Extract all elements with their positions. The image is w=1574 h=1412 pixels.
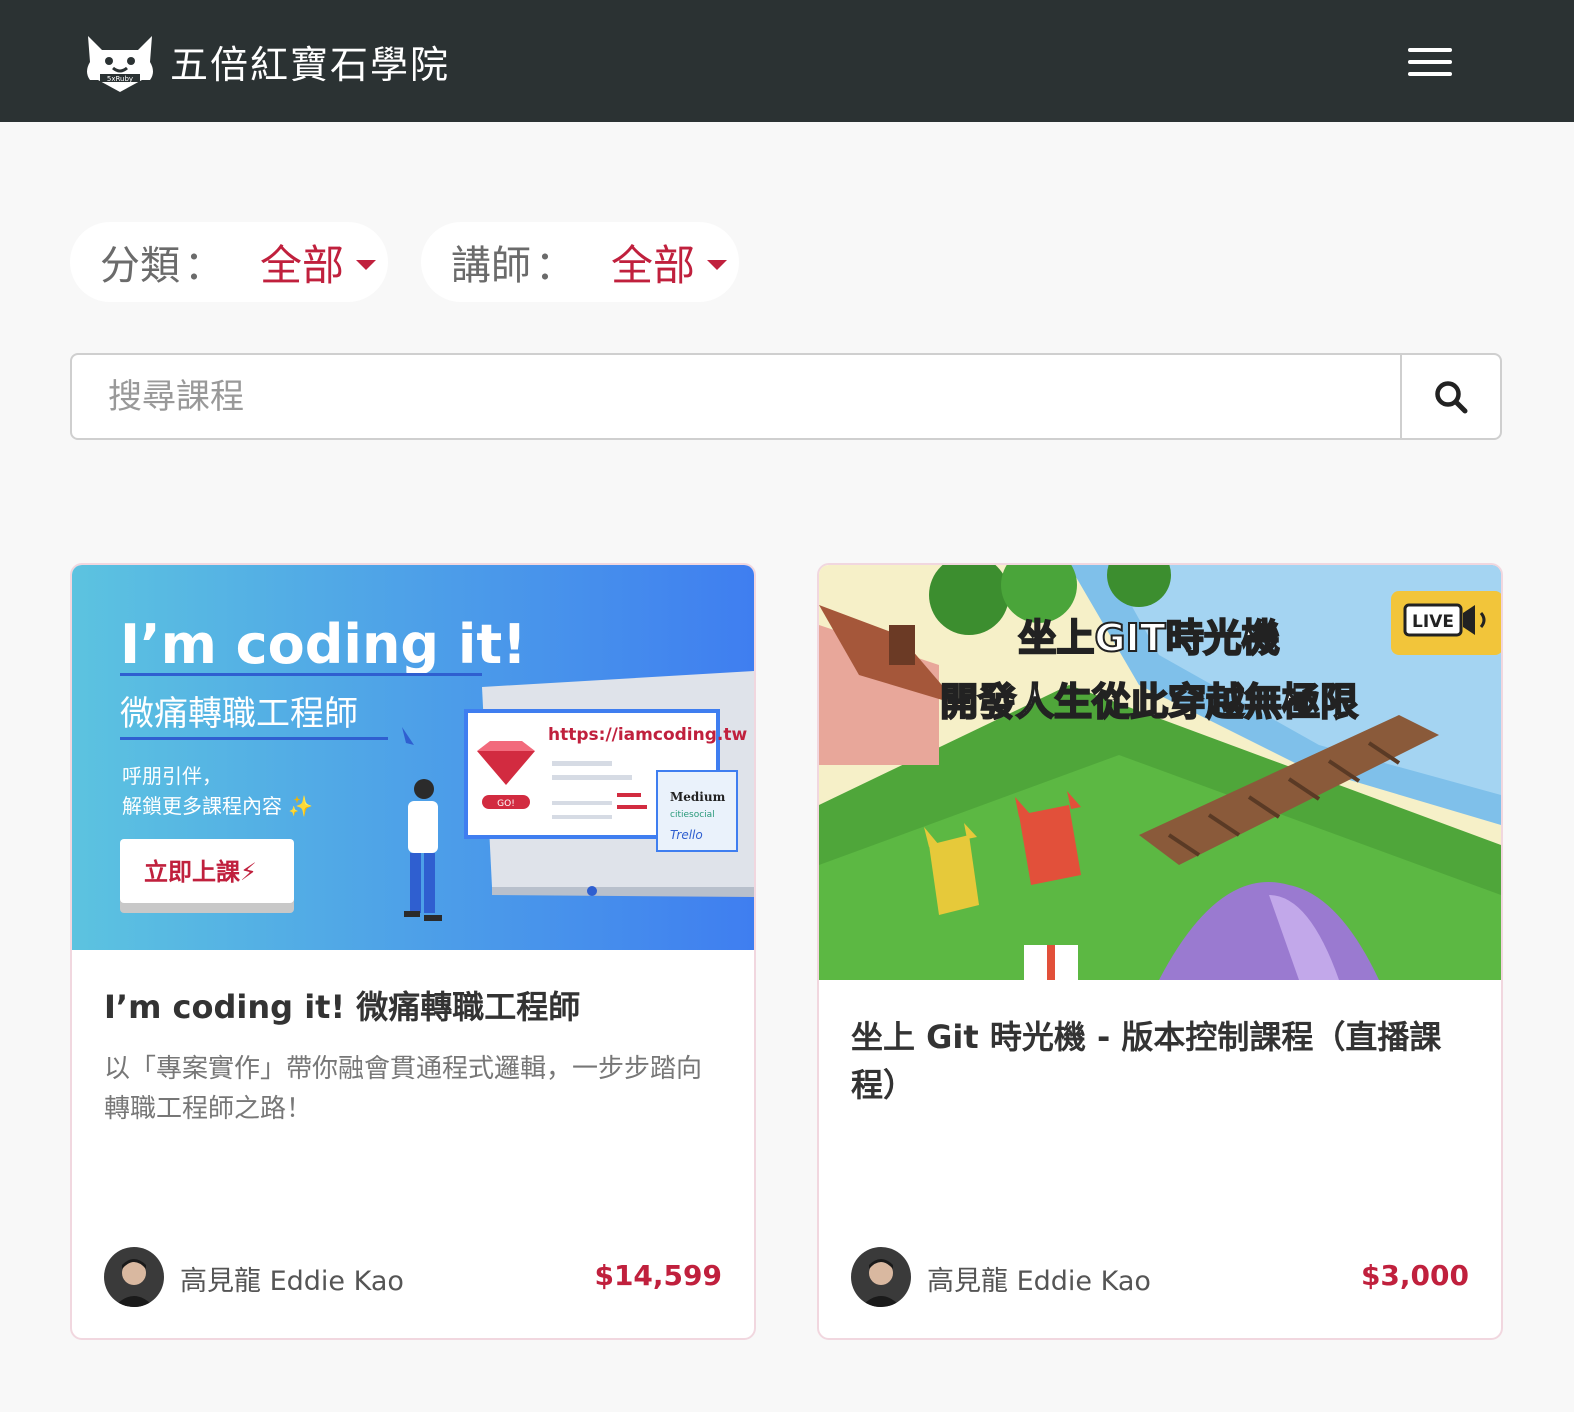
course-title[interactable]: 坐上 Git 時光機 - 版本控制課程（直播課程） <box>851 1013 1471 1109</box>
search-input[interactable] <box>72 355 1404 438</box>
course-footer: 高見龍 Eddie Kao $3,000 <box>851 1247 1469 1307</box>
course-footer: 高見龍 Eddie Kao $14,599 <box>104 1247 722 1307</box>
banner-go-label: GO! <box>497 799 515 809</box>
site-logo[interactable]: 5xRuby 五倍紅寶石學院 <box>80 28 450 94</box>
banner-logo-trello: Trello <box>670 828 703 842</box>
course-banner-image: I’m coding it! 微痛轉職工程師 呼朋引伴， 解鎖更多課程內容 ✨ … <box>72 565 754 950</box>
category-filter-label: 分類 <box>100 243 180 289</box>
banner-line-2: 開發人生從此穿越無極限 <box>940 680 1358 724</box>
category-filter-dropdown[interactable]: 分類 ： 全部 <box>70 222 388 302</box>
course-title[interactable]: I’m coding it! 微痛轉職工程師 <box>104 983 724 1031</box>
course-description: 以「專案實作」帶你融會貫通程式邏輯，一步步踏向轉職工程師之路！ <box>104 1054 703 1124</box>
chevron-down-icon <box>356 260 377 270</box>
category-filter-value: 全部 <box>260 240 345 290</box>
live-badge: LIVE <box>1391 591 1501 655</box>
course-price: $14,599 <box>594 1259 722 1292</box>
ruby-mascot-logo-icon: 5xRuby <box>87 36 153 92</box>
teacher-filter-dropdown[interactable]: 講師 ： 全部 <box>421 222 739 302</box>
teacher-filter-value: 全部 <box>611 240 696 290</box>
teacher-avatar <box>104 1247 164 1307</box>
search-icon <box>1435 380 1468 413</box>
search-bar <box>70 353 1502 440</box>
banner-headline: I’m coding it! <box>120 613 527 676</box>
teacher-filter-colon: ： <box>535 243 575 289</box>
site-name: 五倍紅寶石學院 <box>170 42 451 87</box>
banner-subtitle: 微痛轉職工程師 <box>120 694 358 734</box>
course-price: $3,000 <box>1360 1259 1469 1292</box>
top-navbar: 5xRuby 五倍紅寶石學院 <box>0 0 1574 122</box>
search-button[interactable] <box>1400 355 1500 438</box>
banner-tagline-2: 解鎖更多課程內容 ✨ <box>122 794 313 818</box>
banner-line-1: 坐上GIT時光機 <box>1018 616 1279 660</box>
teacher-filter-label: 講師 <box>451 243 531 289</box>
banner-logo-citiesocial: citiesocial <box>670 810 715 820</box>
banner-tagline-1: 呼朋引伴， <box>122 764 222 788</box>
course-card[interactable]: I’m coding it! 微痛轉職工程師 呼朋引伴， 解鎖更多課程內容 ✨ … <box>70 563 756 1340</box>
banner-cta-label: 立即上課⚡ <box>144 858 257 886</box>
teacher-name: 高見龍 Eddie Kao <box>927 1266 1151 1297</box>
chevron-down-icon <box>707 260 728 270</box>
category-filter-colon: ： <box>184 243 224 289</box>
hamburger-menu-icon[interactable] <box>1404 42 1456 82</box>
live-badge-label: LIVE <box>1412 612 1454 632</box>
course-banner-image: 坐上GIT時光機 開發人生從此穿越無極限 LIVE <box>819 565 1501 980</box>
course-card[interactable]: 坐上GIT時光機 開發人生從此穿越無極限 LIVE 坐上 Git 時光機 - 版… <box>817 563 1503 1340</box>
svg-text:5xRuby: 5xRuby <box>107 75 133 83</box>
banner-logo-medium: Medium <box>670 790 726 804</box>
teacher-avatar <box>851 1247 911 1307</box>
teacher-name: 高見龍 Eddie Kao <box>180 1266 404 1297</box>
banner-url: https://iamcoding.tw <box>548 725 747 745</box>
